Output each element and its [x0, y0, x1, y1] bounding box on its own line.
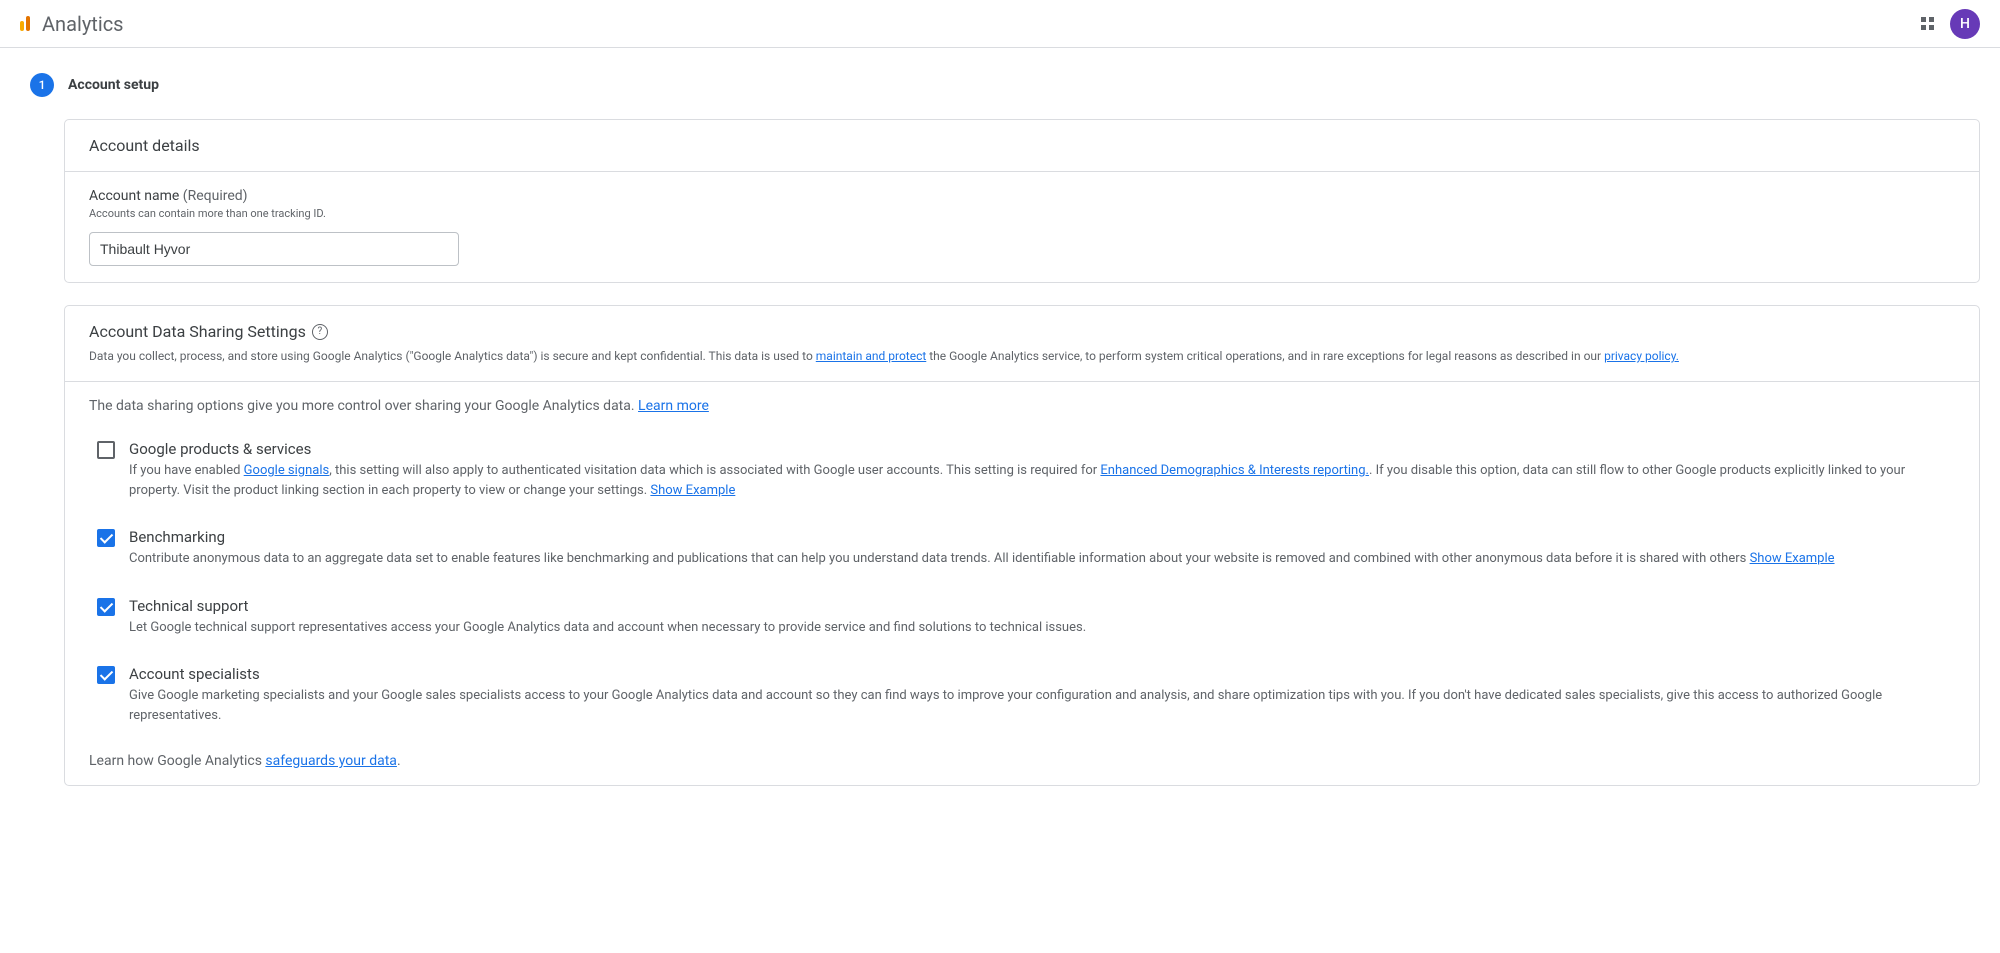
- safeguards-footer: Learn how Google Analytics safeguards yo…: [89, 753, 1955, 769]
- show-example-link[interactable]: Show Example: [1750, 551, 1835, 566]
- account-name-label: Account name (Required): [89, 188, 1955, 204]
- option-account-specialists: Account specialists Give Google marketin…: [89, 665, 1955, 725]
- option-title: Account specialists: [129, 665, 1955, 683]
- data-sharing-panel: Account Data Sharing Settings ? Data you…: [64, 305, 1980, 786]
- apps-grid-icon[interactable]: [1921, 17, 1934, 30]
- app-title: Analytics: [42, 12, 124, 36]
- demographics-link[interactable]: Enhanced Demographics & Interests report…: [1100, 463, 1369, 478]
- data-sharing-description: Data you collect, process, and store usi…: [89, 347, 1955, 365]
- option-technical-support: Technical support Let Google technical s…: [89, 597, 1955, 638]
- learn-more-link[interactable]: Learn more: [638, 398, 709, 414]
- analytics-logo-icon: [20, 16, 30, 31]
- help-icon[interactable]: ?: [312, 324, 328, 340]
- step-header: 1 Account setup: [30, 73, 1980, 97]
- safeguards-link[interactable]: safeguards your data: [265, 753, 397, 769]
- step-number-badge: 1: [30, 73, 54, 97]
- account-details-panel: Account details Account name (Required) …: [64, 119, 1980, 283]
- app-header: Analytics H: [0, 0, 2000, 48]
- option-title: Benchmarking: [129, 528, 1955, 546]
- option-title: Technical support: [129, 597, 1955, 615]
- step-title: Account setup: [68, 77, 159, 93]
- google-signals-link[interactable]: Google signals: [244, 463, 330, 478]
- account-details-title: Account details: [89, 136, 1955, 155]
- checkbox-technical-support[interactable]: [97, 598, 115, 616]
- option-benchmarking: Benchmarking Contribute anonymous data t…: [89, 528, 1955, 569]
- option-description: If you have enabled Google signals, this…: [129, 461, 1955, 500]
- option-description: Let Google technical support representat…: [129, 618, 1955, 638]
- option-google-products: Google products & services If you have e…: [89, 440, 1955, 500]
- user-avatar[interactable]: H: [1950, 9, 1980, 39]
- option-description: Give Google marketing specialists and yo…: [129, 686, 1955, 725]
- option-description: Contribute anonymous data to an aggregat…: [129, 549, 1955, 569]
- checkbox-benchmarking[interactable]: [97, 529, 115, 547]
- checkbox-google-products[interactable]: [97, 441, 115, 459]
- data-sharing-title: Account Data Sharing Settings: [89, 322, 306, 341]
- option-title: Google products & services: [129, 440, 1955, 458]
- privacy-policy-link[interactable]: privacy policy.: [1604, 349, 1679, 363]
- account-name-hint: Accounts can contain more than one track…: [89, 207, 1955, 220]
- show-example-link[interactable]: Show Example: [650, 483, 735, 498]
- maintain-protect-link[interactable]: maintain and protect: [816, 349, 927, 363]
- checkbox-account-specialists[interactable]: [97, 666, 115, 684]
- data-sharing-intro: The data sharing options give you more c…: [89, 398, 1955, 414]
- account-name-input[interactable]: [89, 232, 459, 266]
